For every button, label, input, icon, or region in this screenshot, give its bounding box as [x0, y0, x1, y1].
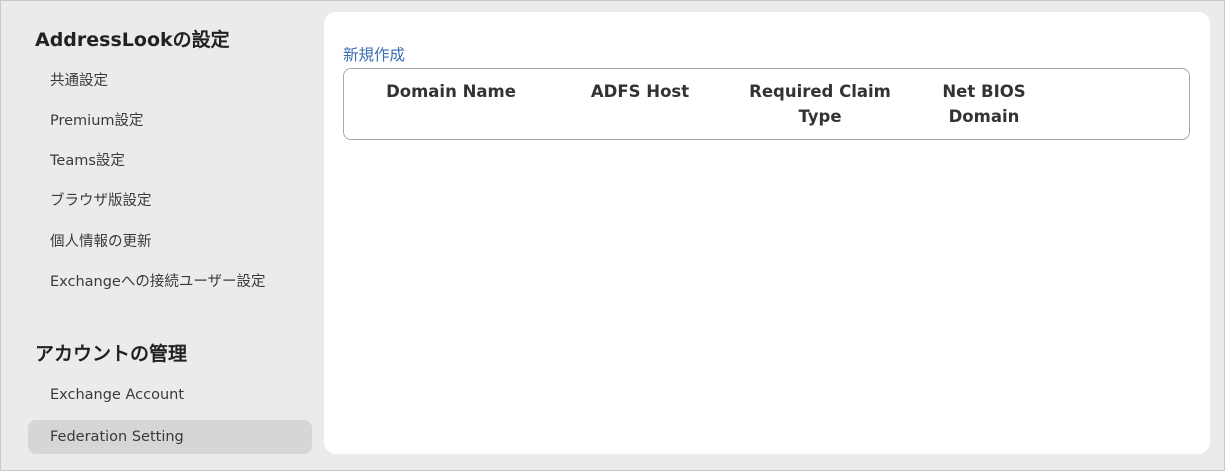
column-header-label-line2: Type	[798, 107, 842, 126]
column-header-label-line1: Net BIOS	[942, 82, 1026, 101]
federation-table: Domain Name ADFS Host Required Claim Typ…	[343, 68, 1190, 140]
column-header-adfs-host[interactable]: ADFS Host	[570, 79, 710, 104]
column-header-label-line2: Domain	[948, 107, 1020, 126]
column-header-required-claim-type[interactable]: Required Claim Type	[740, 79, 900, 129]
sidebar-item-browser-settings[interactable]: ブラウザ版設定	[28, 184, 312, 218]
column-header-net-bios-domain[interactable]: Net BIOS Domain	[924, 79, 1044, 129]
column-header-label-line1: Required Claim	[749, 82, 891, 101]
sidebar: AddressLookの設定 共通設定 Premium設定 Teams設定 ブラ…	[0, 0, 324, 471]
column-header-label: ADFS Host	[590, 82, 690, 101]
column-header-label: Domain Name	[386, 82, 516, 101]
sidebar-item-personal-info-update[interactable]: 個人情報の更新	[28, 225, 312, 259]
sidebar-item-federation-setting[interactable]: Federation Setting	[28, 420, 312, 454]
section-title-account-management: アカウントの管理	[35, 343, 188, 365]
section-title-addresslook-settings: AddressLookの設定	[35, 29, 230, 51]
sidebar-item-exchange-connection-user[interactable]: Exchangeへの接続ユーザー設定	[28, 265, 312, 299]
main-panel: 新規作成 Domain Name ADFS Host Required Clai…	[324, 12, 1210, 454]
sidebar-item-teams-settings[interactable]: Teams設定	[28, 144, 312, 178]
sidebar-item-premium-settings[interactable]: Premium設定	[28, 104, 312, 138]
column-header-domain-name[interactable]: Domain Name	[366, 79, 536, 104]
new-create-link[interactable]: 新規作成	[343, 43, 405, 65]
sidebar-item-exchange-account[interactable]: Exchange Account	[28, 378, 312, 412]
sidebar-item-common-settings[interactable]: 共通設定	[28, 64, 312, 98]
